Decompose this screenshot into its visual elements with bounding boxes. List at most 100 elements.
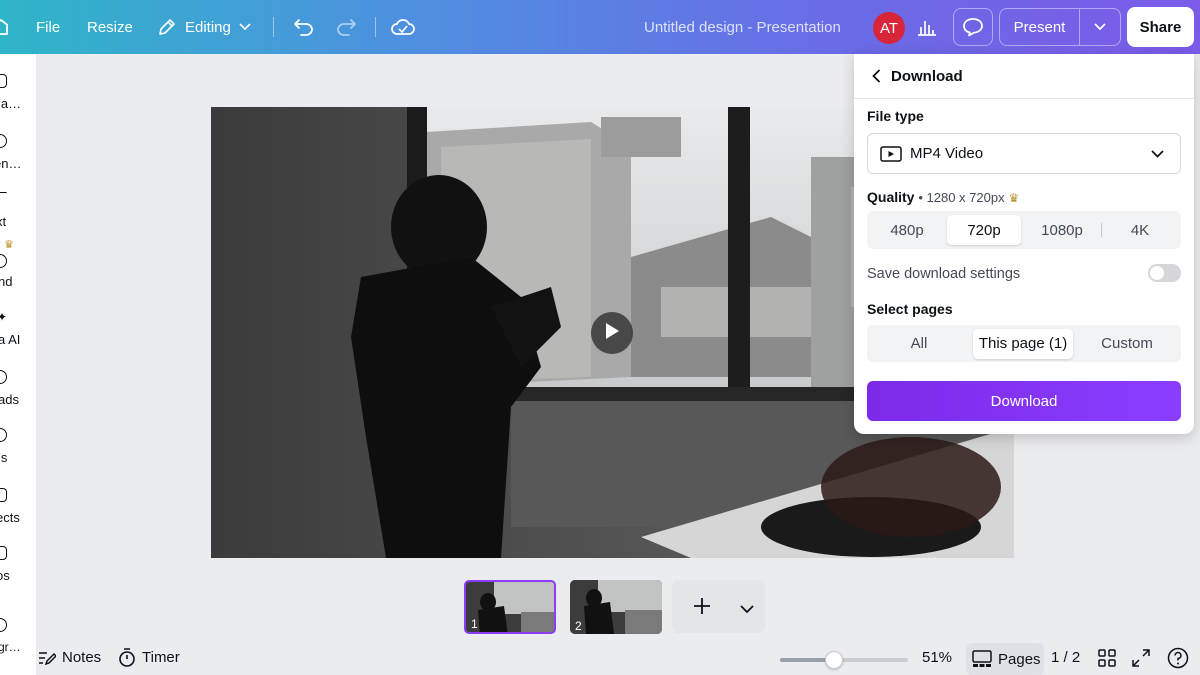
video-icon xyxy=(880,145,902,162)
sidebar-item-label: ects xyxy=(0,510,20,525)
quality-option-4k[interactable]: 4K xyxy=(1102,215,1178,245)
chevron-down-icon xyxy=(239,23,251,31)
quality-label: Quality xyxy=(867,189,915,205)
cloud-check-icon xyxy=(391,18,415,36)
chevron-down-icon xyxy=(740,605,754,614)
save-status-button[interactable] xyxy=(391,0,415,54)
chevron-down-icon xyxy=(1094,23,1106,31)
pencil-icon xyxy=(157,17,177,37)
bar-chart-icon xyxy=(916,17,938,37)
expand-icon xyxy=(1132,648,1150,667)
page-option-this-page[interactable]: This page (1) xyxy=(973,328,1073,359)
timer-label: Timer xyxy=(142,649,180,666)
page-number: 1 xyxy=(471,617,478,631)
chevron-down-icon xyxy=(1151,150,1164,158)
left-sidebar: la… en… xt ♛ nd ✦ a AI ads ls ects os gr… xyxy=(0,54,36,675)
notes-icon xyxy=(38,650,56,666)
pages-label: Pages xyxy=(998,650,1041,668)
background-icon xyxy=(0,618,7,632)
quality-detail: • 1280 x 720px xyxy=(918,190,1005,205)
crown-icon: ♛ xyxy=(1008,191,1020,205)
plus-icon xyxy=(694,598,710,614)
panel-title: Download xyxy=(891,67,963,85)
comments-button[interactable] xyxy=(953,8,993,46)
play-button[interactable] xyxy=(591,312,633,354)
grid-icon xyxy=(1098,648,1116,667)
comment-icon xyxy=(962,17,984,37)
folder-icon xyxy=(0,488,7,502)
page-number: 2 xyxy=(575,619,582,633)
sidebar-item-label: ls xyxy=(0,450,8,465)
quality-option-1080p[interactable]: 1080p xyxy=(1023,215,1101,245)
timer-icon xyxy=(118,648,136,667)
top-toolbar: File Resize Editing Untitled design - Pr… xyxy=(0,0,1200,54)
apps-icon xyxy=(0,546,7,560)
sidebar-item-label: gr… xyxy=(0,640,21,654)
notes-label: Notes xyxy=(62,649,102,666)
file-type-select[interactable]: MP4 Video xyxy=(867,133,1181,174)
zoom-percentage[interactable]: 51% xyxy=(922,640,952,675)
elements-icon xyxy=(0,134,7,148)
undo-button[interactable] xyxy=(293,0,315,54)
file-type-label: File type xyxy=(867,108,924,124)
present-options-button[interactable] xyxy=(1080,9,1120,45)
avatar[interactable]: AT xyxy=(873,12,905,44)
fullscreen-button[interactable] xyxy=(1132,640,1150,675)
add-page-button[interactable] xyxy=(692,596,712,621)
editing-mode-button[interactable]: Editing xyxy=(157,0,251,54)
resize-button[interactable]: Resize xyxy=(87,0,133,54)
quality-option-480p[interactable]: 480p xyxy=(869,215,945,245)
back-button[interactable] xyxy=(872,69,881,83)
editing-label: Editing xyxy=(185,18,231,36)
template-icon xyxy=(0,74,7,88)
sidebar-item-label: la… xyxy=(0,96,22,111)
file-menu-button[interactable]: File xyxy=(36,0,60,54)
add-page-options-button[interactable] xyxy=(740,601,754,619)
download-panel: Download File type MP4 Video Quality • 1… xyxy=(854,54,1194,434)
thumbnail-image xyxy=(466,582,554,632)
redo-icon xyxy=(335,18,357,36)
download-button[interactable]: Download xyxy=(867,381,1181,421)
design-title[interactable]: Untitled design - Presentation xyxy=(644,0,841,54)
share-button[interactable]: Share xyxy=(1127,7,1194,47)
redo-button[interactable] xyxy=(335,0,357,54)
sidebar-item-label: nd xyxy=(0,274,13,289)
quality-label-row: Quality • 1280 x 720px ♛ xyxy=(867,189,1019,205)
page-option-all[interactable]: All xyxy=(869,329,969,359)
select-pages-label: Select pages xyxy=(867,301,953,317)
insights-button[interactable] xyxy=(907,8,947,46)
save-settings-toggle[interactable] xyxy=(1148,264,1181,282)
zoom-slider-handle[interactable] xyxy=(824,651,843,669)
present-button[interactable]: Present xyxy=(1000,9,1080,45)
page-thumbnail[interactable]: 2 xyxy=(570,580,662,634)
file-type-value: MP4 Video xyxy=(910,145,984,162)
pages-icon xyxy=(972,650,992,667)
sidebar-item-label: a AI xyxy=(0,332,21,347)
pages-button[interactable]: Pages xyxy=(966,643,1044,675)
text-icon xyxy=(0,192,7,195)
undo-icon xyxy=(293,18,315,36)
sidebar-item-label: os xyxy=(0,568,10,583)
tools-icon xyxy=(0,428,7,442)
zoom-slider[interactable] xyxy=(780,658,908,662)
page-selector: All This page (1) Custom xyxy=(867,325,1181,362)
quality-selector: 480p 720p 1080p 4K xyxy=(867,211,1181,249)
download-panel-header: Download xyxy=(854,54,1194,99)
sidebar-item-label: en… xyxy=(0,156,22,171)
toggle-knob xyxy=(1150,266,1164,280)
quality-option-720p[interactable]: 720p xyxy=(947,215,1021,245)
page-option-custom[interactable]: Custom xyxy=(1077,329,1177,359)
timer-button[interactable]: Timer xyxy=(118,640,180,675)
present-button-group: Present xyxy=(999,8,1121,46)
sidebar-item-label: xt xyxy=(0,214,7,229)
grid-view-button[interactable] xyxy=(1098,640,1116,675)
toolbar-divider xyxy=(273,17,274,37)
toolbar-divider xyxy=(375,17,376,37)
notes-button[interactable]: Notes xyxy=(38,640,101,675)
page-counter: 1 / 2 xyxy=(1051,649,1081,666)
sidebar-item-label: ads xyxy=(0,392,19,407)
help-button[interactable] xyxy=(1167,640,1189,675)
page-thumbnail[interactable]: 1 xyxy=(464,580,556,634)
home-icon[interactable] xyxy=(0,0,8,54)
add-page-group xyxy=(672,580,765,633)
